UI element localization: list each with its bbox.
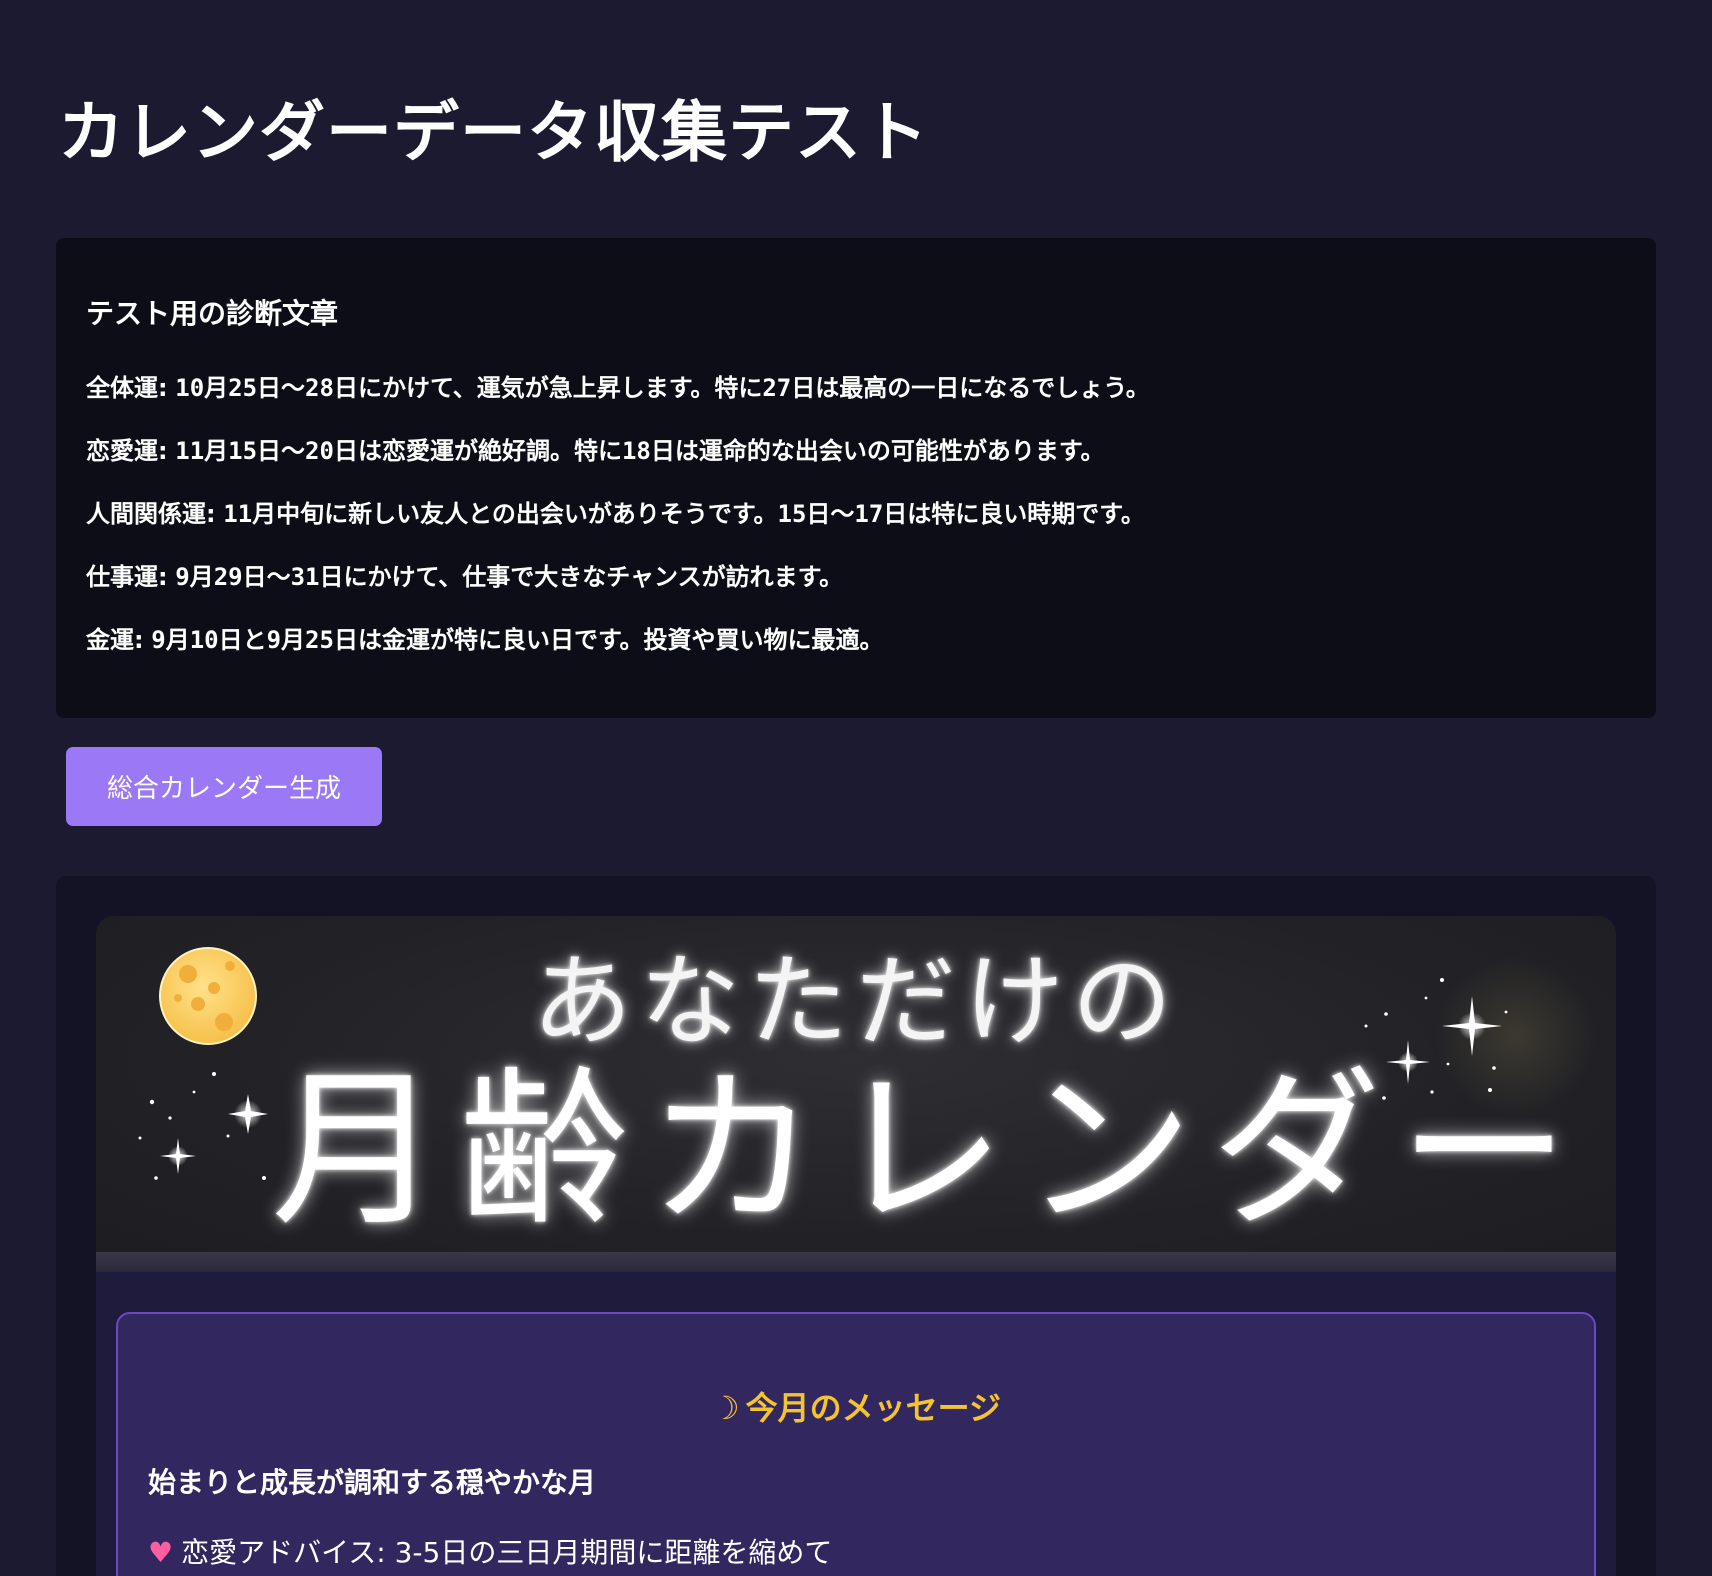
two-hearts-icon: ♥ <box>148 1536 174 1569</box>
monthly-message-theme: 始まりと成長が調和する穏やかな月 <box>148 1466 597 1499</box>
diagnosis-item-overall: 全体運: 10月25日〜28日にかけて、運気が急上昇します。特に27日は最高の一… <box>86 376 1150 400</box>
diagnosis-item-text: 9月10日と9月25日は金運が特に良い日です。投資や買い物に最適。 <box>151 626 884 654</box>
diagnosis-item-text: 11月15日〜20日は恋愛運が絶好調。特に18日は運命的な出会いの可能性がありま… <box>175 437 1105 465</box>
crescent-moon-icon: ☽ <box>710 1389 740 1427</box>
diagnosis-item-label: 仕事運: <box>86 563 168 591</box>
banner-title: 月齢カレンダー <box>271 1052 1588 1250</box>
monthly-message-heading: ☽ 今月のメッセージ <box>118 1392 1594 1424</box>
banner-divider <box>96 1252 1616 1272</box>
diagnosis-item-label: 金運: <box>86 626 144 654</box>
monthly-message-heading-text: 今月のメッセージ <box>745 1389 1002 1427</box>
diagnosis-item-label: 人間関係運: <box>86 500 216 528</box>
banner-subtitle: あなただけの <box>532 943 1180 1060</box>
diagnosis-item-work: 仕事運: 9月29日〜31日にかけて、仕事で大きなチャンスが訪れます。 <box>86 565 843 589</box>
love-advice-text: 恋愛アドバイス: 3-5日の三日月期間に距離を縮めて <box>181 1536 833 1569</box>
calendar-output-panel: あなただけの 月齢カレンダー ☽ 今月のメッセージ 始まりと成長が調和する穏やかな… <box>56 876 1656 1576</box>
diagnosis-item-label: 全体運: <box>86 374 168 402</box>
diagnosis-item-label: 恋愛運: <box>86 437 168 465</box>
love-advice: ♥ 恋愛アドバイス: 3-5日の三日月期間に距離を縮めて <box>148 1539 832 1567</box>
monthly-message-card: ☽ 今月のメッセージ 始まりと成長が調和する穏やかな月 ♥ 恋愛アドバイス: 3-5… <box>116 1312 1596 1576</box>
diagnosis-item-text: 11月中旬に新しい友人との出会いがありそうです。15日〜17日は特に良い時期です… <box>223 500 1145 528</box>
diagnosis-item-money: 金運: 9月10日と9月25日は金運が特に良い日です。投資や買い物に最適。 <box>86 628 884 652</box>
diagnosis-item-text: 10月25日〜28日にかけて、運気が急上昇します。特に27日は最高の一日になるで… <box>175 374 1150 402</box>
page-title: カレンダーデータ収集テスト <box>58 94 929 171</box>
calendar-banner: あなただけの 月齢カレンダー <box>96 916 1616 1272</box>
diagnosis-heading: テスト用の診断文章 <box>86 297 339 330</box>
calendar-body: ☽ 今月のメッセージ 始まりと成長が調和する穏やかな月 ♥ 恋愛アドバイス: 3-5… <box>96 1272 1616 1576</box>
diagnosis-item-relationships: 人間関係運: 11月中旬に新しい友人との出会いがありそうです。15日〜17日は特… <box>86 502 1145 526</box>
generate-calendar-button[interactable]: 総合カレンダー生成 <box>66 747 382 826</box>
diagnosis-item-text: 9月29日〜31日にかけて、仕事で大きなチャンスが訪れます。 <box>175 563 844 591</box>
diagnosis-item-love: 恋愛運: 11月15日〜20日は恋愛運が絶好調。特に18日は運命的な出会いの可能… <box>86 439 1104 463</box>
diagnosis-panel: テスト用の診断文章 全体運: 10月25日〜28日にかけて、運気が急上昇します。… <box>56 238 1656 718</box>
